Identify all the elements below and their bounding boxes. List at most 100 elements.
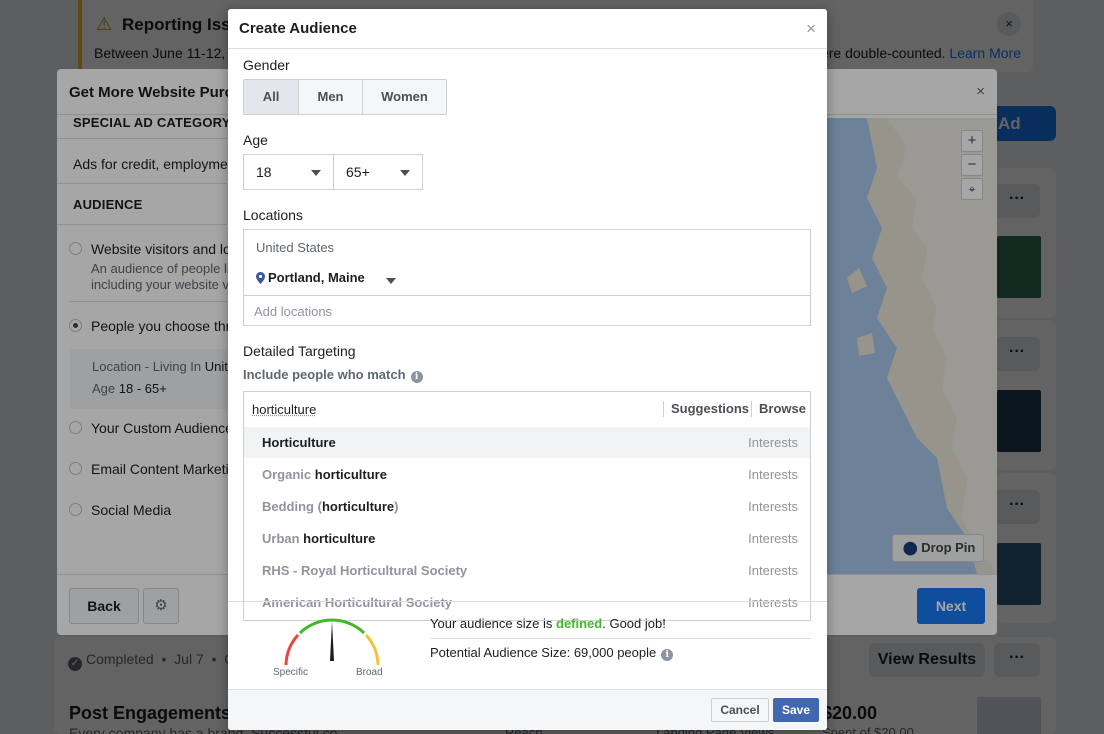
audience-summary: Location - Living In Unit Age 18 - 65+: [70, 349, 230, 409]
detailed-targeting-label: Detailed Targeting: [243, 343, 356, 359]
result-type: Interests: [748, 435, 798, 450]
divider: [69, 301, 227, 302]
audience-option-label: Email Content Marketing: [91, 461, 228, 477]
age-label: Age: [243, 132, 268, 148]
audience-option-label: People you choose throu: [91, 318, 228, 334]
targeting-search-input[interactable]: horticulture: [252, 402, 316, 417]
ad-thumbnail: [997, 236, 1041, 298]
more-options-button[interactable]: ···: [994, 643, 1040, 677]
location-city: Portland, Maine: [268, 270, 365, 285]
locations-label: Locations: [243, 207, 303, 223]
audience-radio-website[interactable]: [69, 242, 82, 255]
browse-button[interactable]: Browse: [751, 401, 806, 417]
divider: [57, 224, 227, 225]
result-type: Interests: [748, 595, 798, 610]
divider: [57, 183, 227, 184]
gauge-specific-label: Specific: [273, 667, 309, 678]
location-country: United States: [256, 240, 335, 255]
completed-status: ✓Completed • Jul 7 • C: [68, 651, 234, 671]
banner-text-right: ere double-counted. Learn More: [820, 45, 1021, 61]
audience-radio-email[interactable]: [69, 462, 82, 475]
result-type: Interests: [748, 531, 798, 546]
audience-radio-people-you-choose[interactable]: [69, 319, 82, 332]
audience-header: AUDIENCE: [73, 197, 143, 212]
targeting-result-row[interactable]: RHS - Royal Horticultural Society Intere…: [244, 554, 810, 586]
next-button[interactable]: Next: [917, 588, 985, 624]
pin-icon: ⬤: [903, 540, 918, 555]
zoom-in-button[interactable]: +: [961, 130, 983, 152]
learn-more-link[interactable]: Learn More: [949, 45, 1021, 61]
gender-women-button[interactable]: Women: [363, 80, 446, 114]
gender-selector: All Men Women: [243, 79, 447, 115]
targeting-search-box: horticulture Suggestions Browse Horticul…: [243, 391, 811, 621]
add-locations-input[interactable]: Add locations: [244, 295, 810, 326]
audience-option-label: Social Media: [91, 502, 172, 518]
audience-option-description: An audience of people li: [91, 261, 228, 276]
spend-amount: $20.00: [822, 703, 878, 723]
cancel-button[interactable]: Cancel: [711, 698, 769, 722]
back-button[interactable]: Back: [69, 588, 139, 624]
audience-option-label: Website visitors and look: [91, 241, 228, 257]
info-icon[interactable]: i: [661, 649, 674, 661]
banner-text: Between June 11-12, 2: [94, 45, 237, 61]
locations-box: United States Portland, Maine Add locati…: [243, 229, 811, 326]
audience-defined-text: Your audience size is defined. Good job!: [430, 616, 666, 631]
create-audience-dialog: Create Audience × Gender All Men Women A…: [228, 9, 827, 730]
save-button[interactable]: Save: [773, 698, 819, 722]
gauge-broad-label: Broad: [356, 667, 383, 678]
audience-radio-social[interactable]: [69, 503, 82, 516]
location-pin-icon[interactable]: ⌖: [961, 178, 983, 200]
dialog-header: Create Audience ×: [228, 9, 827, 49]
gender-all-button[interactable]: All: [244, 80, 299, 114]
result-type: Interests: [748, 499, 798, 514]
targeting-result-row[interactable]: Organic horticulture Interests: [244, 458, 810, 490]
summary-location: Location - Living In Unit: [92, 359, 228, 374]
location-options-caret-icon[interactable]: [386, 278, 396, 284]
banner-close-button[interactable]: ×: [997, 12, 1021, 36]
drop-pin-button[interactable]: ⬤ Drop Pin: [892, 534, 984, 562]
caret-down-icon: [311, 170, 321, 176]
audience-option-description: including your website v: [91, 277, 228, 292]
targeting-result-row[interactable]: Bedding (horticulture) Interests: [244, 490, 810, 522]
divider: [430, 638, 811, 639]
more-options-button[interactable]: ···: [994, 184, 1040, 218]
ad-thumbnail: [997, 543, 1041, 605]
audience-radio-custom[interactable]: [69, 421, 82, 434]
audience-option-label: Your Custom Audiences: [91, 420, 228, 436]
check-icon: ✓: [68, 657, 82, 671]
info-icon[interactable]: i: [410, 371, 423, 383]
ad-thumbnail: [997, 390, 1041, 452]
close-icon[interactable]: ×: [806, 20, 816, 38]
potential-audience-size: Potential Audience Size: 69,000 people i: [430, 645, 674, 661]
result-type: Interests: [748, 467, 798, 482]
view-results-button[interactable]: View Results: [869, 643, 985, 677]
include-people-label: Include people who match i: [243, 367, 423, 383]
caret-down-icon: [400, 170, 410, 176]
targeting-result-row[interactable]: Urban horticulture Interests: [244, 522, 810, 554]
targeting-results-list: Horticulture Interests Organic horticult…: [244, 426, 810, 618]
special-ad-text: Ads for credit, employmen: [73, 156, 228, 172]
age-min-select[interactable]: 18: [243, 154, 334, 190]
zoom-out-button[interactable]: −: [961, 154, 983, 176]
close-icon[interactable]: ×: [976, 83, 985, 100]
age-max-select[interactable]: 65+: [333, 154, 423, 190]
special-ad-category-header: SPECIAL AD CATEGORY: [73, 115, 231, 130]
post-title: Post Engagements: [69, 703, 232, 723]
spend-subtitle: Spent of $20.00: [822, 725, 914, 734]
divider: [228, 601, 827, 602]
gender-label: Gender: [243, 57, 290, 73]
gear-icon[interactable]: ⚙: [143, 588, 179, 624]
map-pin-icon: [256, 272, 265, 284]
modal-title: Get More Website Purch: [69, 84, 243, 101]
summary-age: Age 18 - 65+: [92, 381, 167, 396]
more-options-button[interactable]: ···: [994, 490, 1040, 524]
targeting-result-row[interactable]: Horticulture Interests: [244, 426, 810, 458]
warning-icon: ⚠: [96, 14, 113, 34]
result-type: Interests: [748, 563, 798, 578]
ad-thumbnail: [977, 697, 1041, 734]
more-options-button[interactable]: ···: [994, 337, 1040, 371]
dialog-title: Create Audience: [239, 20, 357, 37]
suggestions-button[interactable]: Suggestions: [663, 401, 749, 417]
gender-men-button[interactable]: Men: [299, 80, 363, 114]
create-ad-button[interactable]: Ad: [990, 106, 1056, 141]
